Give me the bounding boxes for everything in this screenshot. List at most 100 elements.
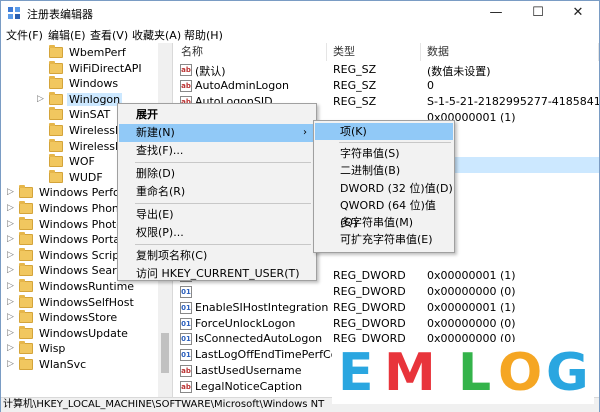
expand-arrow-icon[interactable]: ▷ (7, 234, 17, 246)
folder-icon (49, 91, 63, 105)
submenu-item[interactable]: QWORD (64 位)值(Q) (315, 197, 453, 229)
context-menu-item[interactable]: 重命名(R) (119, 183, 315, 201)
menu-separator (339, 142, 451, 144)
value-data: 0x00000000 (0) (427, 316, 516, 330)
menu-file[interactable]: 文件(F) (6, 27, 43, 43)
expand-arrow-icon[interactable]: ▷ (7, 359, 17, 371)
watermark-letter: M (384, 343, 436, 403)
maximize-button[interactable]: ☐ (517, 1, 559, 25)
context-menu-item[interactable]: 查找(F)... (119, 142, 315, 160)
expand-arrow-icon[interactable]: ▷ (7, 203, 17, 215)
context-menu-item-label: 删除(D) (136, 167, 176, 180)
column-header-data[interactable]: 数据 (421, 43, 599, 61)
binary-value-icon: 01 (180, 301, 192, 314)
value-row[interactable]: 01 REG_DWORD 0x00000000 (0) (175, 284, 599, 300)
expand-arrow-icon[interactable] (37, 125, 47, 137)
submenu-item[interactable]: DWORD (32 位)值(D) (315, 180, 453, 197)
tree-item[interactable]: WbemPerf (37, 45, 172, 61)
context-menu-item[interactable]: 展开 (119, 106, 315, 124)
expand-arrow-icon[interactable]: ▷ (7, 250, 17, 262)
context-menu-item[interactable]: 删除(D) (119, 165, 315, 183)
tree-item[interactable]: ▷ WindowsStore (7, 310, 157, 326)
value-row[interactable]: 01 EnableSIHostIntegration REG_DWORD 0x0000… (175, 300, 599, 316)
value-row[interactable]: 01 ForceUnlockLogon REG_DWORD 0x00000000 (0… (175, 316, 599, 332)
menu-separator (135, 203, 311, 204)
expand-arrow-icon[interactable] (37, 172, 47, 184)
column-header-name[interactable]: 名称 (175, 43, 327, 61)
value-data: 0x00000001 (1) (427, 300, 516, 314)
folder-icon (49, 169, 63, 183)
registry-editor-icon (8, 7, 20, 19)
context-menu-item-label: 查找(F)... (136, 144, 184, 157)
tree-item-label: Winlogon (67, 92, 123, 106)
expand-arrow-icon[interactable]: ▷ (7, 297, 17, 309)
expand-arrow-icon[interactable] (37, 63, 47, 75)
watermark-letter: O (498, 343, 543, 403)
context-menu-item-label: 权限(P)... (136, 226, 184, 239)
expand-arrow-icon[interactable]: ▷ (7, 328, 17, 340)
expand-arrow-icon[interactable]: ▷ (7, 281, 17, 293)
folder-icon (19, 279, 33, 292)
folder-icon (49, 123, 63, 136)
tree-item-label: Windows Search (39, 264, 130, 278)
expand-arrow-icon[interactable]: ▷ (7, 265, 17, 277)
context-menu-item[interactable]: 新建(N) › (119, 124, 315, 142)
context-menu-item[interactable]: 访问 HKEY_CURRENT_USER(T) (119, 265, 315, 283)
context-menu-item[interactable]: 复制项名称(C) (119, 247, 315, 265)
value-data: 0 (427, 78, 434, 92)
value-data: 0x00000001 (1) (427, 269, 516, 283)
value-name: LastUsedUsername (195, 364, 302, 378)
folder-icon (19, 247, 33, 261)
folder-icon (49, 107, 63, 121)
close-button[interactable]: ✕ (557, 1, 599, 25)
value-row[interactable]: ab (默认) REG_SZ (数值未设置) (175, 62, 599, 78)
menu-help[interactable]: 帮助(H) (184, 27, 223, 43)
binary-value-icon: 01 (180, 349, 192, 362)
submenu-item[interactable]: 可扩充字符串值(E) (315, 231, 453, 248)
tree-item[interactable]: Windows (37, 76, 172, 92)
tree-item-label: WOF (69, 155, 95, 169)
watermark-letter: G (546, 343, 589, 403)
expand-arrow-icon[interactable]: ▷ (7, 187, 17, 199)
expand-arrow-icon[interactable] (37, 156, 47, 168)
expand-arrow-icon[interactable]: ▷ (37, 94, 47, 106)
submenu-item[interactable]: 字符串值(S) (315, 145, 453, 162)
submenu-item[interactable]: 项(K) (315, 123, 453, 140)
submenu-item[interactable]: 二进制值(B) (315, 162, 453, 179)
column-header-type[interactable]: 类型 (327, 43, 421, 61)
expand-arrow-icon[interactable]: ▷ (7, 219, 17, 231)
value-name: (默认) (195, 65, 226, 78)
minimize-button[interactable]: — (475, 1, 517, 25)
expand-arrow-icon[interactable]: ▷ (7, 312, 17, 324)
tree-item[interactable]: ▷ WlanSvc (7, 357, 157, 373)
expand-arrow-icon[interactable] (37, 47, 47, 59)
tree-item[interactable]: ▷ WindowsSelfHost (7, 294, 157, 311)
tree-item-label: WinSAT (69, 108, 111, 122)
string-value-icon: ab (180, 381, 192, 393)
tree-item-label: Windows Perfor (39, 186, 125, 200)
menu-view[interactable]: 查看(V) (90, 27, 128, 43)
tree-item-label: WindowsUpdate (39, 326, 128, 340)
folder-icon (49, 60, 63, 74)
tree-item[interactable]: ▷ WindowsUpdate (7, 325, 157, 342)
context-menu-item-label: 展开 (136, 108, 158, 121)
value-type: REG_DWORD (333, 300, 406, 314)
expand-arrow-icon[interactable]: ▷ (7, 343, 17, 355)
expand-arrow-icon[interactable] (37, 109, 47, 121)
tree-scrollbar-thumb[interactable] (161, 333, 169, 373)
context-menu-item[interactable]: 导出(E) (119, 206, 315, 224)
tree-item-label: Windows (69, 77, 119, 91)
value-row[interactable]: ab AutoAdminLogon REG_SZ 0 (175, 78, 599, 94)
folder-icon (19, 325, 33, 339)
menu-edit[interactable]: 编辑(E) (48, 27, 86, 43)
submenu-item[interactable]: 多字符串值(M) (315, 214, 453, 231)
tree-item[interactable]: ▷ Wisp (7, 341, 157, 357)
context-menu-item[interactable]: 权限(P)... (119, 224, 315, 242)
expand-arrow-icon[interactable] (37, 78, 47, 90)
tree-item-label: Windows Script (39, 248, 124, 262)
expand-arrow-icon[interactable] (37, 141, 47, 153)
tree-item[interactable]: WiFiDirectAPI (37, 60, 172, 77)
folder-icon (19, 185, 33, 199)
menu-favorites[interactable]: 收藏夹(A) (132, 27, 181, 43)
folder-icon (19, 341, 33, 355)
